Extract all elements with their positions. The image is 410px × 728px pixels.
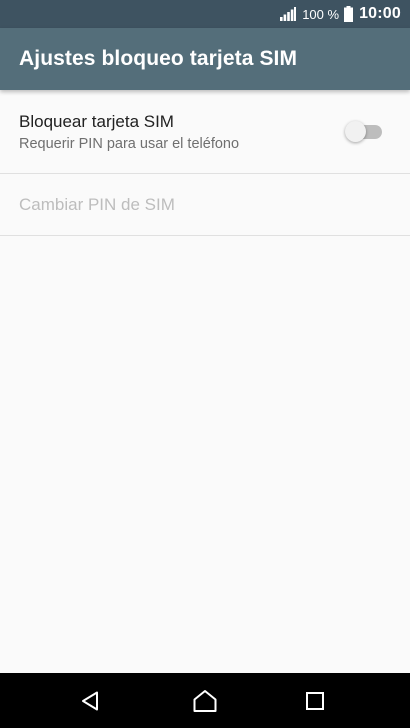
screen: 100 % 10:00 Ajustes bloqueo tarjeta SIM …: [0, 0, 410, 728]
home-button[interactable]: [175, 673, 235, 728]
change-sim-pin-title: Cambiar PIN de SIM: [19, 195, 175, 214]
battery-icon: [344, 6, 354, 22]
signal-icon: [280, 7, 297, 21]
back-icon: [82, 691, 98, 710]
clock: 10:00: [359, 5, 401, 22]
change-sim-pin-preference[interactable]: Cambiar PIN de SIM: [0, 174, 410, 236]
preference-list: Bloquear tarjeta SIM Requerir PIN para u…: [0, 90, 410, 236]
lock-sim-preference[interactable]: Bloquear tarjeta SIM Requerir PIN para u…: [0, 90, 410, 174]
navigation-bar: [0, 673, 410, 728]
battery-percentage: 100 %: [302, 6, 340, 22]
lock-sim-summary: Requerir PIN para usar el teléfono: [19, 136, 240, 152]
app-toolbar: Ajustes bloqueo tarjeta SIM: [0, 28, 410, 90]
page-title: Ajustes bloqueo tarjeta SIM: [19, 47, 298, 70]
status-bar: 100 % 10:00: [0, 0, 410, 28]
switch-thumb: [345, 121, 366, 142]
home-icon: [193, 689, 217, 712]
back-button[interactable]: [61, 673, 121, 728]
lock-sim-title: Bloquear tarjeta SIM: [19, 112, 174, 131]
recents-icon: [306, 691, 324, 710]
recents-button[interactable]: [285, 673, 345, 728]
lock-sim-switch[interactable]: [345, 121, 382, 143]
